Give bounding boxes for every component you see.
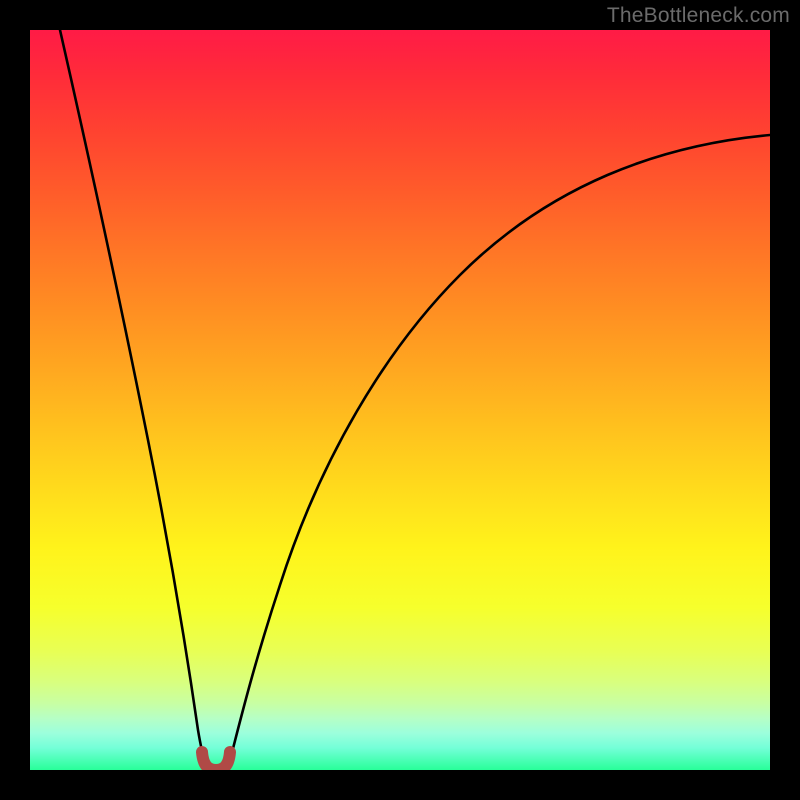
chart-frame: TheBottleneck.com bbox=[0, 0, 800, 800]
left-branch-curve bbox=[60, 30, 205, 760]
curve-layer bbox=[30, 30, 770, 770]
watermark-text: TheBottleneck.com bbox=[607, 4, 790, 28]
valley-marker bbox=[202, 752, 230, 770]
right-branch-curve bbox=[230, 135, 770, 760]
plot-area bbox=[30, 30, 770, 770]
